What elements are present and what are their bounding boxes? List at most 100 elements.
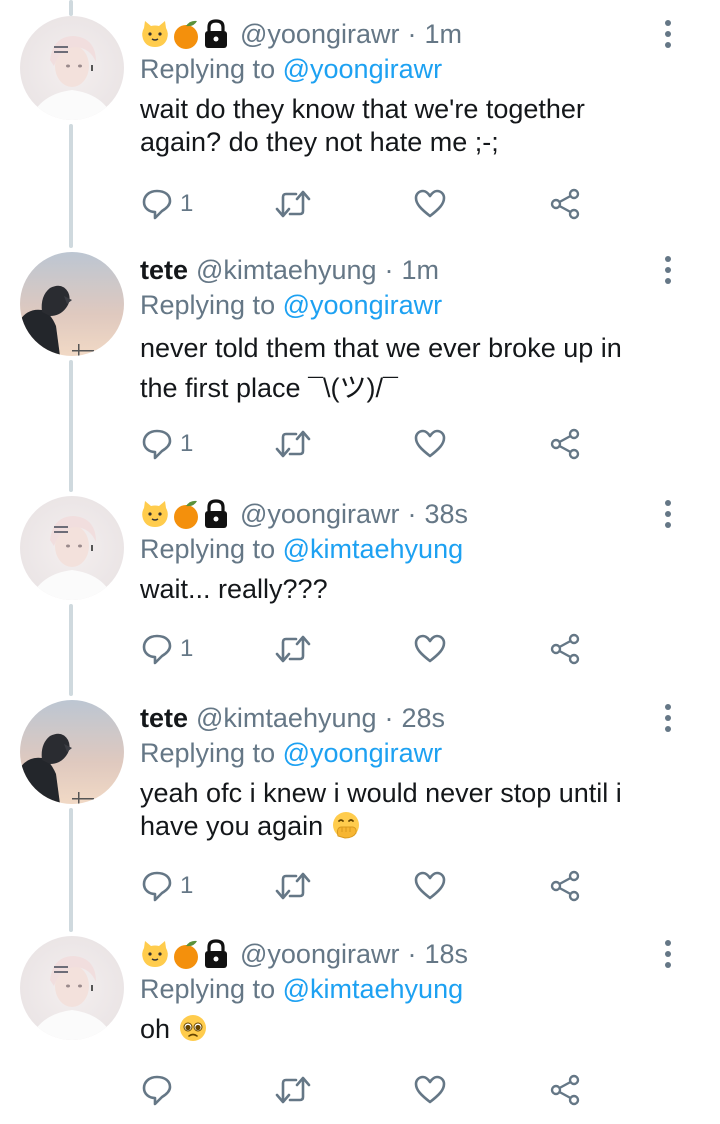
tweet-handle[interactable]: @yoongirawr [240, 939, 399, 970]
replying-prefix: Replying to [140, 738, 276, 768]
tweet-handle[interactable]: @yoongirawr [240, 499, 399, 530]
retweet-button[interactable] [274, 184, 312, 224]
tweet-body: tete @kimtaehyung · 28s Replying to @yoo… [140, 700, 660, 843]
reply-count: 1 [180, 872, 194, 899]
reply-icon [142, 1075, 172, 1106]
replying-handle-link[interactable]: @yoongirawr [283, 54, 442, 84]
share-button[interactable] [548, 424, 582, 464]
pink-hair-avatar[interactable] [20, 936, 124, 1040]
replying-handle-link[interactable]: @kimtaehyung [283, 534, 464, 564]
replying-handle-link[interactable]: @yoongirawr [283, 738, 442, 768]
retweet-icon [275, 1076, 311, 1104]
like-button[interactable] [413, 184, 447, 224]
replying-to: Replying to @yoongirawr [140, 736, 660, 770]
retweet-button[interactable] [274, 866, 312, 906]
replying-handle-link[interactable]: @yoongirawr [283, 290, 442, 320]
separator-dot: · [407, 498, 417, 529]
more-options-icon[interactable] [658, 252, 678, 288]
share-icon [550, 188, 580, 220]
tweet-handle[interactable]: @kimtaehyung [196, 703, 377, 734]
more-options-icon[interactable] [658, 700, 678, 736]
share-button[interactable] [548, 1070, 582, 1110]
retweet-button[interactable] [274, 1070, 312, 1110]
retweet-icon [275, 190, 311, 218]
reply-icon [142, 189, 172, 220]
tangerine-emoji [174, 500, 198, 529]
like-button[interactable] [413, 424, 447, 464]
sky-silhouette-avatar[interactable] [20, 252, 124, 356]
name-emojis [140, 498, 230, 530]
tweet-text: oh [140, 1013, 660, 1046]
retweet-button[interactable] [274, 629, 312, 669]
more-options-icon[interactable] [658, 496, 678, 532]
display-name[interactable]: tete [140, 255, 188, 286]
tweet-body: @yoongirawr · 1m Replying to @yoongirawr… [140, 16, 660, 159]
thread-line [69, 360, 73, 492]
share-icon [550, 1074, 580, 1106]
tweet-time[interactable]: 28s [402, 703, 446, 734]
retweet-icon [275, 430, 311, 458]
heart-icon [414, 634, 446, 663]
share-button[interactable] [548, 184, 582, 224]
retweet-icon [275, 872, 311, 900]
tweet-actions [140, 1070, 600, 1110]
tweet-text-line: never told them that we ever broke up in [140, 333, 622, 363]
pink-hair-avatar[interactable] [20, 16, 124, 120]
more-options-icon[interactable] [658, 936, 678, 972]
tweet-actions: 1 [140, 866, 600, 906]
pink-hair-avatar[interactable] [20, 496, 124, 600]
like-button[interactable] [413, 866, 447, 906]
share-icon [550, 870, 580, 902]
reply-button[interactable]: 1 [140, 629, 193, 669]
tweet-time[interactable]: 1m [424, 19, 462, 50]
reply-button[interactable]: 1 [140, 424, 193, 464]
like-button[interactable] [413, 1070, 447, 1110]
share-button[interactable] [548, 629, 582, 669]
tweet-body: @yoongirawr · 18s Replying to @kimtaehyu… [140, 936, 660, 1046]
tweet-time[interactable]: 1m [402, 255, 440, 286]
thread-line [69, 124, 73, 248]
replying-handle-link[interactable]: @kimtaehyung [283, 974, 464, 1004]
tweet-handle[interactable]: @kimtaehyung [196, 255, 377, 286]
tweet-header: tete @kimtaehyung · 1m [140, 252, 660, 288]
reply-icon [142, 634, 172, 665]
tweet-text: wait do they know that we're together ag… [140, 93, 660, 159]
tweet-text-line-with-emoji: have you again [140, 810, 660, 843]
tweet-actions: 1 [140, 184, 600, 224]
pleading-face-emoji [179, 1015, 206, 1041]
share-button[interactable] [548, 866, 582, 906]
reply-button[interactable] [140, 1070, 180, 1110]
replying-to: Replying to @kimtaehyung [140, 532, 660, 566]
name-emojis [140, 938, 230, 970]
separator-dot: · [384, 254, 394, 285]
like-button[interactable] [413, 629, 447, 669]
tweet-time[interactable]: 38s [424, 499, 468, 530]
more-options-icon[interactable] [658, 16, 678, 52]
tweet-handle[interactable]: @yoongirawr [240, 19, 399, 50]
tweet-body: tete @kimtaehyung · 1m Replying to @yoon… [140, 252, 660, 408]
replying-to: Replying to @yoongirawr [140, 288, 660, 322]
separator-dot: · [407, 938, 417, 969]
reply-button[interactable]: 1 [140, 866, 193, 906]
replying-to: Replying to @kimtaehyung [140, 972, 660, 1006]
tweet-time[interactable]: 18s [424, 939, 468, 970]
lock-emoji [205, 939, 227, 968]
lock-emoji [205, 19, 227, 48]
sky-silhouette-avatar[interactable] [20, 700, 124, 804]
replying-prefix: Replying to [140, 974, 276, 1004]
reply-count: 1 [180, 430, 194, 457]
share-icon [550, 633, 580, 665]
reply-icon [142, 429, 172, 460]
tangerine-emoji [174, 940, 198, 969]
tweet-header: @yoongirawr · 18s [140, 936, 660, 972]
tweet-text-line: again? do they not hate me ;-; [140, 127, 499, 157]
replying-prefix: Replying to [140, 534, 276, 564]
retweet-button[interactable] [274, 424, 312, 464]
tweet-header: @yoongirawr · 1m [140, 16, 660, 52]
reply-count: 1 [180, 190, 194, 217]
replying-prefix: Replying to [140, 54, 276, 84]
tweet-header: tete @kimtaehyung · 28s [140, 700, 660, 736]
display-name[interactable]: tete [140, 703, 188, 734]
tangerine-emoji [174, 20, 198, 49]
reply-button[interactable]: 1 [140, 184, 193, 224]
